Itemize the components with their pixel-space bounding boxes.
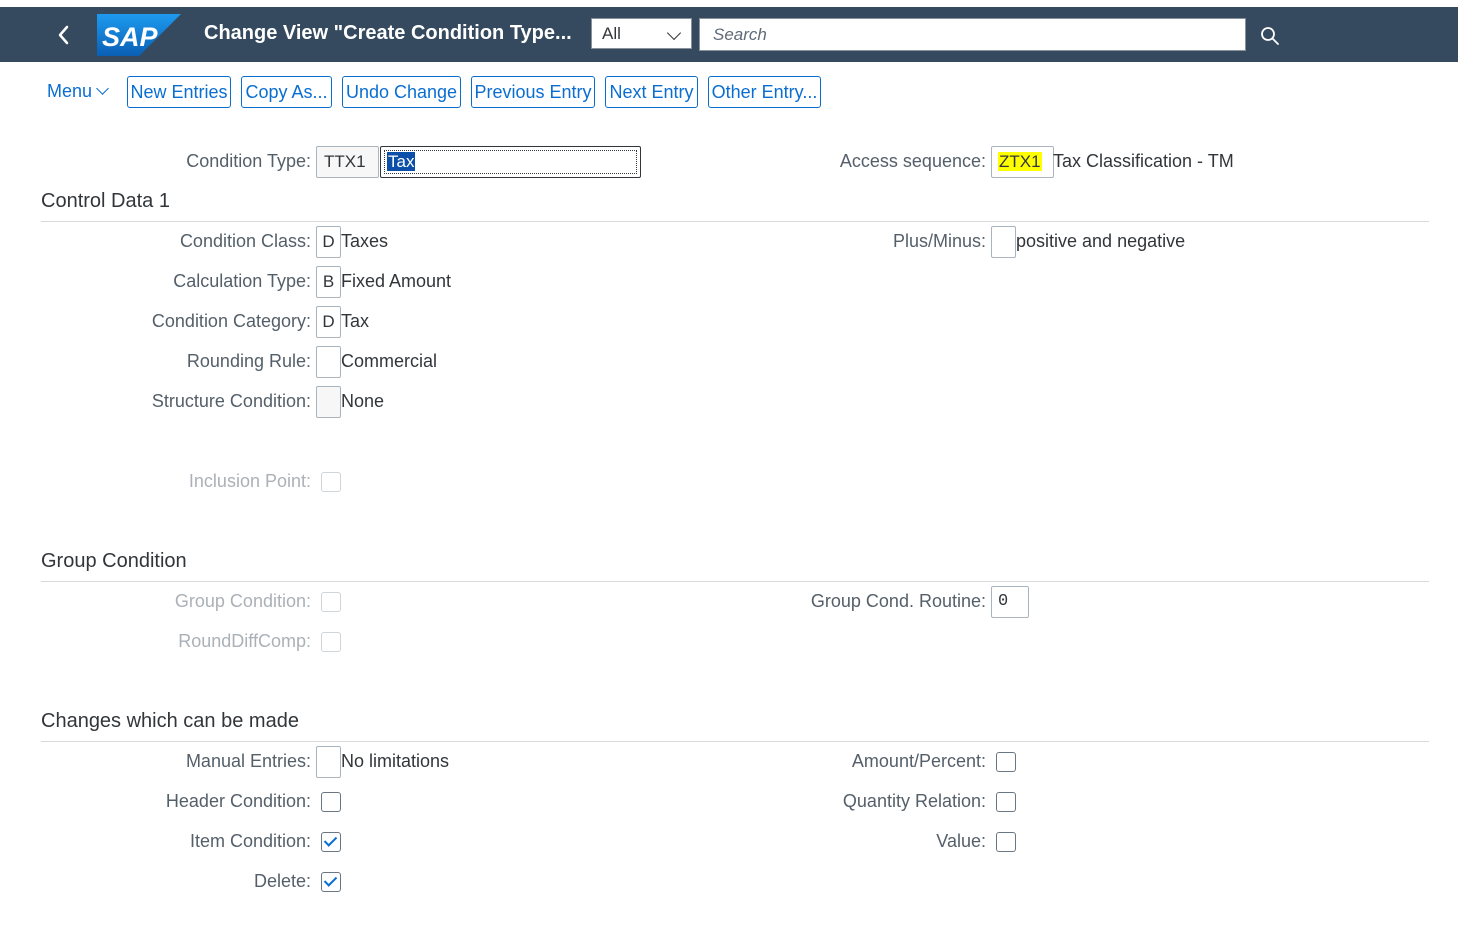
value-checkbox[interactable] [996,832,1016,852]
condition-type-name-selection: Tax [387,152,416,171]
divider [41,581,1429,582]
plus-minus-label: Plus/Minus: [892,231,986,251]
search-icon[interactable] [1259,25,1281,47]
new-entries-button[interactable]: New Entries [127,76,231,108]
undo-change-button[interactable]: Undo Change [342,76,461,108]
menu-button[interactable]: Menu [47,81,92,102]
back-button[interactable] [52,21,76,49]
chevron-down-icon [666,25,682,41]
svg-text:SAP: SAP [102,22,159,52]
sap-logo: SAP [97,14,181,56]
condition-category-label: Condition Category: [151,311,311,331]
rounding-rule-description: Commercial [341,351,438,371]
inclusion-point-checkbox [321,472,341,492]
copy-as-button[interactable]: Copy As... [241,76,332,108]
value-label: Value: [936,831,986,851]
divider [41,741,1429,742]
calculation-type-field[interactable]: B [316,266,341,298]
checkmark-icon [323,833,338,847]
divider [41,221,1429,222]
structure-condition-field[interactable] [316,386,341,418]
calculation-type-description: Fixed Amount [341,271,452,291]
section-title-group-condition: Group Condition [41,550,187,572]
quantity-relation-checkbox[interactable] [996,792,1016,812]
other-entry-button[interactable]: Other Entry... [708,76,821,108]
next-entry-button[interactable]: Next Entry [605,76,698,108]
rounding-rule-label: Rounding Rule: [186,351,311,371]
chevron-left-icon [58,25,69,45]
group-condition-checkbox [321,592,341,612]
search-scope-value: All [602,24,621,43]
rounding-rule-field[interactable] [316,346,341,378]
condition-class-field[interactable]: D [316,226,341,258]
delete-label: Delete: [253,871,311,891]
condition-type-name-input[interactable]: Tax [380,146,641,178]
item-condition-checkbox[interactable] [321,832,341,852]
round-diff-comp-label: RoundDiffComp: [178,631,311,651]
condition-category-field[interactable]: D [316,306,341,338]
quantity-relation-label: Quantity Relation: [842,791,986,811]
header-condition-label: Header Condition: [165,791,311,811]
page-title: Change View "Create Condition Type... [204,22,572,44]
access-sequence-field[interactable]: ZTX1 [991,146,1054,178]
shell-bar: SAP Change View "Create Condition Type..… [0,7,1458,62]
condition-type-code-field: TTX1 [316,146,379,178]
previous-entry-button[interactable]: Previous Entry [471,76,595,108]
condition-category-description: Tax [341,311,370,331]
group-cond-routine-label: Group Cond. Routine: [810,591,986,611]
delete-checkbox[interactable] [321,872,341,892]
chevron-down-icon [96,82,109,95]
section-title-control-data: Control Data 1 [41,190,170,212]
search-scope-select[interactable]: All [591,18,692,49]
manual-entries-description: No limitations [341,751,450,771]
header-condition-checkbox[interactable] [321,792,341,812]
manual-entries-field[interactable] [316,746,341,778]
round-diff-comp-checkbox [321,632,341,652]
access-sequence-label: Access sequence: [839,151,986,171]
access-sequence-code: ZTX1 [998,152,1042,171]
access-sequence-description: Tax Classification - TM [1053,151,1234,171]
group-cond-routine-field[interactable]: 0 [991,586,1029,618]
structure-condition-description: None [341,391,385,411]
plus-minus-description: positive and negative [1016,231,1186,251]
structure-condition-label: Structure Condition: [151,391,311,411]
inclusion-point-label: Inclusion Point: [188,471,311,491]
plus-minus-field[interactable] [991,226,1016,258]
search-input[interactable]: Search [699,18,1246,51]
amount-percent-checkbox[interactable] [996,752,1016,772]
item-condition-label: Item Condition: [189,831,311,851]
condition-class-label: Condition Class: [179,231,311,251]
condition-type-label: Condition Type: [186,151,311,171]
calculation-type-label: Calculation Type: [173,271,311,291]
amount-percent-label: Amount/Percent: [851,751,986,771]
condition-class-description: Taxes [341,231,389,251]
group-condition-label: Group Condition: [174,591,311,611]
section-title-changes: Changes which can be made [41,710,299,732]
checkmark-icon [323,873,338,887]
manual-entries-label: Manual Entries: [185,751,311,771]
